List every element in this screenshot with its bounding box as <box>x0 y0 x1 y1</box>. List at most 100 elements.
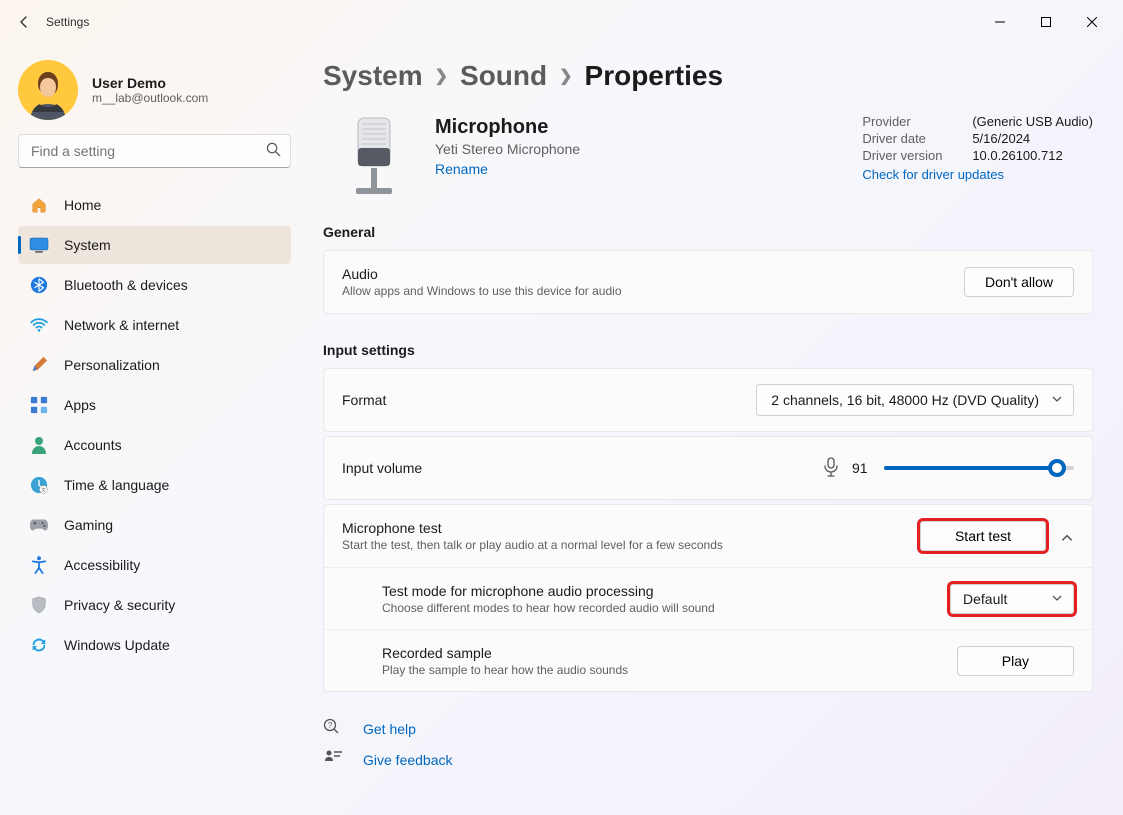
nav-privacy[interactable]: Privacy & security <box>18 586 291 624</box>
window-controls <box>977 6 1115 38</box>
nav-label: Network & internet <box>64 317 179 333</box>
volume-row: Input volume 91 <box>324 437 1092 499</box>
driver-info: Provider (Generic USB Audio) Driver date 5… <box>862 114 1093 182</box>
format-label: Format <box>342 392 756 408</box>
microphone-icon <box>337 114 411 204</box>
mic-test-row: Microphone test Start the test, then tal… <box>324 505 1092 567</box>
feedback-icon <box>323 749 343 770</box>
microphone-small-icon[interactable] <box>822 457 840 480</box>
rename-link[interactable]: Rename <box>435 161 488 177</box>
accounts-icon <box>28 434 50 456</box>
driver-provider-value: (Generic USB Audio) <box>972 114 1093 129</box>
driver-provider-label: Provider <box>862 114 952 129</box>
device-header: Microphone Yeti Stereo Microphone Rename… <box>323 114 1093 204</box>
nav-label: Gaming <box>64 517 113 533</box>
nav-time[interactable]: 文 Time & language <box>18 466 291 504</box>
svg-text:文: 文 <box>41 486 46 493</box>
gaming-icon <box>28 514 50 536</box>
close-button[interactable] <box>1069 6 1115 38</box>
driver-version-value: 10.0.26100.712 <box>972 148 1062 163</box>
driver-date-value: 5/16/2024 <box>972 131 1030 146</box>
nav-label: Accessibility <box>64 557 140 573</box>
format-select[interactable]: 2 channels, 16 bit, 48000 Hz (DVD Qualit… <box>756 384 1074 416</box>
sample-title: Recorded sample <box>382 645 957 661</box>
system-icon <box>28 234 50 256</box>
mic-test-sub: Start the test, then talk or play audio … <box>342 538 920 552</box>
nav-label: Windows Update <box>64 637 170 653</box>
section-general: General <box>323 224 1093 240</box>
volume-value: 91 <box>852 460 872 476</box>
chevron-right-icon: ❯ <box>559 66 572 86</box>
close-icon <box>1087 17 1097 27</box>
nav-label: System <box>64 237 111 253</box>
get-help-link[interactable]: ? Get help <box>323 718 1093 739</box>
give-feedback-link[interactable]: Give feedback <box>323 749 1093 770</box>
help-icon: ? <box>323 718 343 739</box>
nav-apps[interactable]: Apps <box>18 386 291 424</box>
chevron-up-icon[interactable] <box>1060 528 1074 545</box>
maximize-icon <box>1041 17 1051 27</box>
recorded-sample-row: Recorded sample Play the sample to hear … <box>324 629 1092 691</box>
test-mode-select[interactable]: Default <box>950 584 1074 614</box>
driver-version-label: Driver version <box>862 148 952 163</box>
test-mode-row: Test mode for microphone audio processin… <box>324 567 1092 629</box>
test-mode-value: Default <box>963 591 1007 607</box>
mic-test-card: Microphone test Start the test, then tal… <box>323 504 1093 692</box>
volume-slider[interactable] <box>884 466 1074 470</box>
apps-icon <box>28 394 50 416</box>
nav-label: Privacy & security <box>64 597 175 613</box>
title-bar: Settings <box>0 0 1123 44</box>
nav-accessibility[interactable]: Accessibility <box>18 546 291 584</box>
volume-label: Input volume <box>342 460 822 476</box>
update-icon <box>28 634 50 656</box>
nav-home[interactable]: Home <box>18 186 291 224</box>
nav-label: Home <box>64 197 101 213</box>
nav-label: Apps <box>64 397 96 413</box>
nav-label: Bluetooth & devices <box>64 277 188 293</box>
sidebar: User Demo m__lab@outlook.com Home System… <box>0 44 305 815</box>
privacy-icon <box>28 594 50 616</box>
audio-sub: Allow apps and Windows to use this devic… <box>342 284 964 298</box>
breadcrumb-system[interactable]: System <box>323 60 423 92</box>
mic-test-title: Microphone test <box>342 520 920 536</box>
nav-accounts[interactable]: Accounts <box>18 426 291 464</box>
audio-row: Audio Allow apps and Windows to use this… <box>324 251 1092 313</box>
device-info: Microphone Yeti Stereo Microphone Rename <box>435 114 580 177</box>
format-value: 2 channels, 16 bit, 48000 Hz (DVD Qualit… <box>771 392 1039 408</box>
nav-label: Personalization <box>64 357 160 373</box>
minimize-button[interactable] <box>977 6 1023 38</box>
breadcrumb-sound[interactable]: Sound <box>460 60 547 92</box>
nav-list: Home System Bluetooth & devices Network … <box>16 186 293 664</box>
nav-personalization[interactable]: Personalization <box>18 346 291 384</box>
nav-network[interactable]: Network & internet <box>18 306 291 344</box>
nav-bluetooth[interactable]: Bluetooth & devices <box>18 266 291 304</box>
nav-system[interactable]: System <box>18 226 291 264</box>
volume-card: Input volume 91 <box>323 436 1093 500</box>
time-icon: 文 <box>28 474 50 496</box>
bluetooth-icon <box>28 274 50 296</box>
nav-label: Accounts <box>64 437 122 453</box>
device-title: Microphone <box>435 116 580 139</box>
user-block[interactable]: User Demo m__lab@outlook.com <box>18 60 289 120</box>
user-email: m__lab@outlook.com <box>92 91 208 105</box>
check-driver-updates-link[interactable]: Check for driver updates <box>862 167 1093 182</box>
nav-gaming[interactable]: Gaming <box>18 506 291 544</box>
accessibility-icon <box>28 554 50 576</box>
get-help-label: Get help <box>363 721 416 737</box>
test-mode-sub: Choose different modes to hear how recor… <box>382 601 950 615</box>
search-input[interactable] <box>18 134 291 168</box>
back-button[interactable] <box>8 6 40 38</box>
driver-date-label: Driver date <box>862 131 952 146</box>
main-content: System ❯ Sound ❯ Properties <box>305 44 1123 815</box>
nav-update[interactable]: Windows Update <box>18 626 291 664</box>
footer-links: ? Get help Give feedback <box>323 718 1093 770</box>
format-card: Format 2 channels, 16 bit, 48000 Hz (DVD… <box>323 368 1093 432</box>
app-title: Settings <box>46 15 89 29</box>
device-subtitle: Yeti Stereo Microphone <box>435 141 580 157</box>
chevron-right-icon: ❯ <box>435 66 448 86</box>
chevron-down-icon <box>1051 591 1063 607</box>
dont-allow-button[interactable]: Don't allow <box>964 267 1074 297</box>
play-button[interactable]: Play <box>957 646 1074 676</box>
start-test-button[interactable]: Start test <box>920 521 1046 551</box>
maximize-button[interactable] <box>1023 6 1069 38</box>
